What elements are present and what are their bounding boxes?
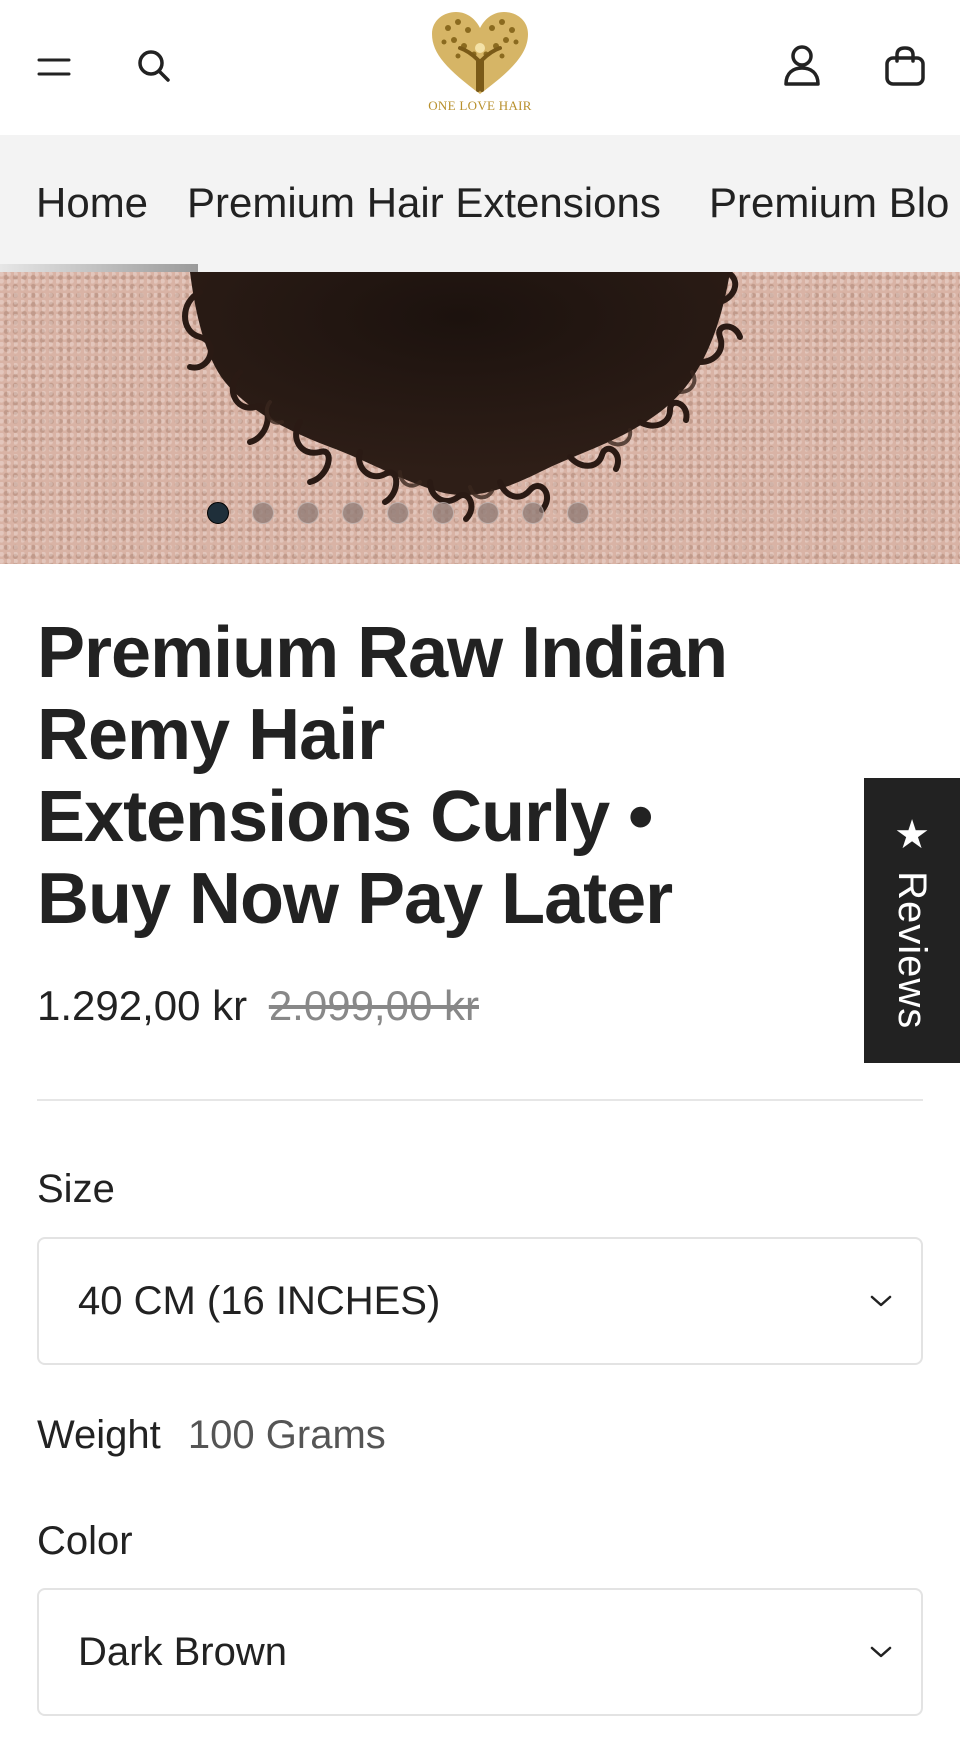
account-button[interactable] — [775, 38, 829, 92]
reviews-tab-label: ★ Reviews — [890, 811, 934, 1030]
carousel-pagination — [0, 502, 878, 524]
nav-item-premium-hair-extensions[interactable]: Premium Hair Extensions — [187, 179, 661, 227]
menu-button[interactable] — [28, 40, 80, 92]
site-header: ONE LOVE HAIR — [0, 0, 960, 135]
sale-price: 1.292,00 kr — [37, 982, 248, 1029]
color-select[interactable]: Dark Brown — [37, 1588, 923, 1716]
color-select-value: Dark Brown — [78, 1629, 287, 1674]
search-icon — [138, 50, 170, 82]
chevron-down-icon — [870, 1295, 892, 1307]
weight-value: 100 Grams — [187, 1413, 386, 1457]
logo-text: ONE LOVE HAIR — [428, 98, 532, 113]
chevron-down-icon — [870, 1646, 892, 1658]
size-select-value: 40 CM (16 INCHES) — [78, 1278, 441, 1323]
reviews-tab[interactable]: ★ Reviews — [864, 778, 960, 1063]
carousel-dot[interactable] — [432, 502, 454, 524]
brand-logo[interactable]: ONE LOVE HAIR — [420, 10, 540, 122]
carousel-dot[interactable] — [477, 502, 499, 524]
weight-row: Weight 100 Grams — [37, 1413, 386, 1458]
carousel-dot[interactable] — [207, 502, 229, 524]
compare-at-price: 2.099,00 kr — [268, 982, 479, 1029]
search-button[interactable] — [128, 40, 180, 92]
carousel-dot[interactable] — [252, 502, 274, 524]
product-title: Premium Raw Indian Remy Hair Extensions … — [37, 613, 728, 939]
divider — [37, 1099, 923, 1101]
carousel-dot[interactable] — [387, 502, 409, 524]
carousel-dot[interactable] — [342, 502, 364, 524]
nav-scroll-indicator — [0, 264, 198, 272]
nav-item-home[interactable]: Home — [36, 179, 148, 227]
menu-icon — [37, 58, 71, 76]
carousel-dot[interactable] — [567, 502, 589, 524]
weight-label: Weight — [37, 1413, 161, 1457]
nav-item-premium-blo[interactable]: Premium Blo — [709, 179, 949, 227]
cart-button[interactable] — [877, 38, 933, 94]
heart-tree-logo-icon — [432, 12, 528, 94]
user-icon — [784, 45, 820, 86]
size-select[interactable]: 40 CM (16 INCHES) — [37, 1237, 923, 1365]
price-row: 1.292,00 kr 2.099,00 kr — [37, 982, 479, 1030]
cart-icon — [885, 46, 925, 86]
category-nav: Home Premium Hair Extensions Premium Blo — [0, 135, 960, 272]
size-label: Size — [37, 1167, 115, 1211]
carousel-dot[interactable] — [522, 502, 544, 524]
product-image-carousel[interactable] — [0, 272, 960, 564]
color-label: Color — [37, 1519, 133, 1563]
carousel-dot[interactable] — [297, 502, 319, 524]
